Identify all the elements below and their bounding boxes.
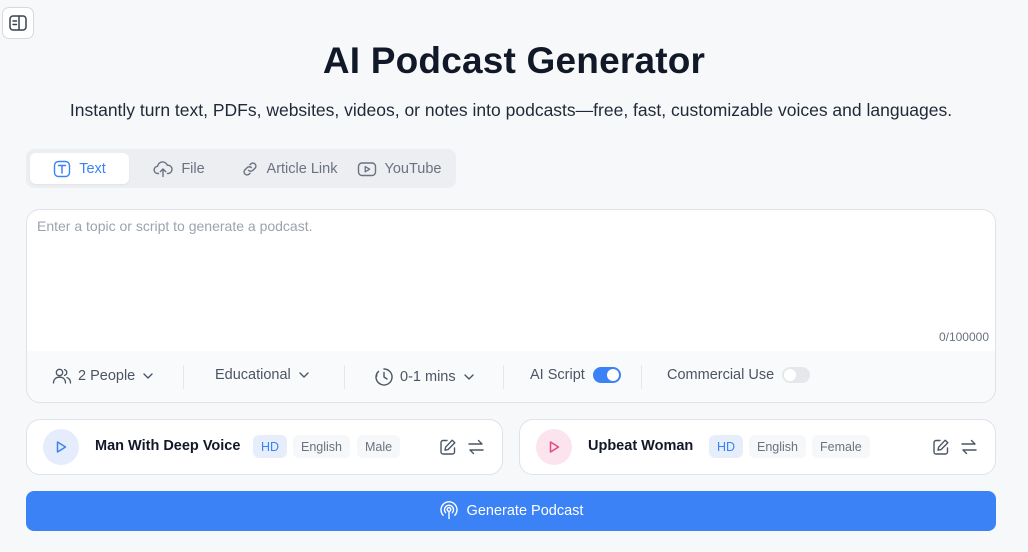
ai-script-label: AI Script bbox=[530, 367, 585, 383]
chevron-down-icon bbox=[143, 373, 153, 379]
people-value: 2 People bbox=[78, 368, 136, 384]
podcast-composer: 0/100000 2 People Educational bbox=[26, 209, 996, 403]
text-icon bbox=[54, 160, 71, 177]
tab-label: Article Link bbox=[266, 160, 338, 177]
divider bbox=[641, 365, 642, 389]
voice-card-host-2: Upbeat Woman HD English Female bbox=[519, 419, 996, 475]
voice-card-host-1: Man With Deep Voice HD English Male bbox=[26, 419, 503, 475]
page-title: AI Podcast Generator bbox=[322, 40, 706, 81]
youtube-icon bbox=[357, 161, 376, 176]
play-button[interactable] bbox=[43, 429, 79, 465]
tab-label: YouTube bbox=[384, 160, 442, 177]
link-icon bbox=[242, 161, 257, 176]
swap-voice-button[interactable] bbox=[959, 437, 979, 457]
edit-icon bbox=[440, 439, 456, 455]
chevron-down-icon bbox=[299, 372, 309, 378]
style-value: Educational bbox=[215, 367, 291, 383]
users-icon bbox=[52, 368, 72, 384]
commercial-use-label: Commercial Use bbox=[667, 367, 775, 383]
swap-voice-button[interactable] bbox=[466, 437, 486, 457]
gender-badge: Male bbox=[357, 435, 401, 458]
char-count: 0/100000 bbox=[938, 330, 989, 344]
generate-podcast-button[interactable]: Generate Podcast bbox=[26, 491, 996, 531]
duration-select[interactable]: 0-1 mins bbox=[374, 367, 476, 387]
people-select[interactable]: 2 People bbox=[52, 367, 155, 385]
tab-file[interactable]: File bbox=[129, 153, 229, 184]
edit-icon bbox=[933, 439, 949, 455]
tab-text[interactable]: Text bbox=[30, 153, 129, 184]
language-badge: English bbox=[749, 435, 806, 458]
sidebar-icon bbox=[9, 15, 27, 31]
divider bbox=[503, 365, 504, 389]
options-bar: 2 People Educational 0-1 mins AI Script … bbox=[27, 351, 995, 402]
input-area: 0/100000 bbox=[27, 210, 995, 351]
quality-badge: HD bbox=[253, 435, 288, 458]
ai-script-option: AI Script bbox=[530, 367, 621, 383]
voice-name: Upbeat Woman bbox=[588, 438, 694, 454]
generate-label: Generate Podcast bbox=[466, 503, 584, 519]
voice-name: Man With Deep Voice bbox=[95, 438, 241, 454]
tab-article-link[interactable]: Article Link bbox=[229, 153, 349, 184]
tab-label: File bbox=[181, 160, 205, 177]
topic-input[interactable] bbox=[37, 218, 977, 318]
duration-value: 0-1 mins bbox=[400, 369, 456, 385]
play-button[interactable] bbox=[536, 429, 572, 465]
chevron-down-icon bbox=[463, 374, 474, 380]
sidebar-toggle-button[interactable] bbox=[2, 7, 34, 39]
edit-voice-button[interactable] bbox=[438, 437, 458, 457]
swap-icon bbox=[468, 439, 484, 455]
ai-script-toggle[interactable] bbox=[592, 367, 621, 383]
tab-youtube[interactable]: YouTube bbox=[349, 153, 449, 184]
commercial-use-option: Commercial Use bbox=[667, 367, 811, 383]
divider bbox=[183, 365, 184, 389]
quality-badge: HD bbox=[709, 435, 744, 458]
gender-badge: Female bbox=[812, 435, 870, 458]
language-badge: English bbox=[293, 435, 350, 458]
play-icon bbox=[56, 441, 67, 453]
edit-voice-button[interactable] bbox=[931, 437, 951, 457]
podcast-icon bbox=[439, 501, 458, 520]
page-subtitle: Instantly turn text, PDFs, websites, vid… bbox=[69, 100, 953, 120]
play-icon bbox=[549, 441, 560, 453]
tab-label: Text bbox=[79, 160, 106, 177]
swap-icon bbox=[961, 439, 977, 455]
commercial-use-toggle[interactable] bbox=[782, 367, 811, 383]
style-select[interactable]: Educational bbox=[215, 367, 311, 383]
source-tabs: Text File Article Link YouTube bbox=[26, 149, 456, 188]
cloud-upload-icon bbox=[153, 160, 174, 177]
timer-icon bbox=[375, 368, 393, 386]
divider bbox=[344, 365, 345, 389]
